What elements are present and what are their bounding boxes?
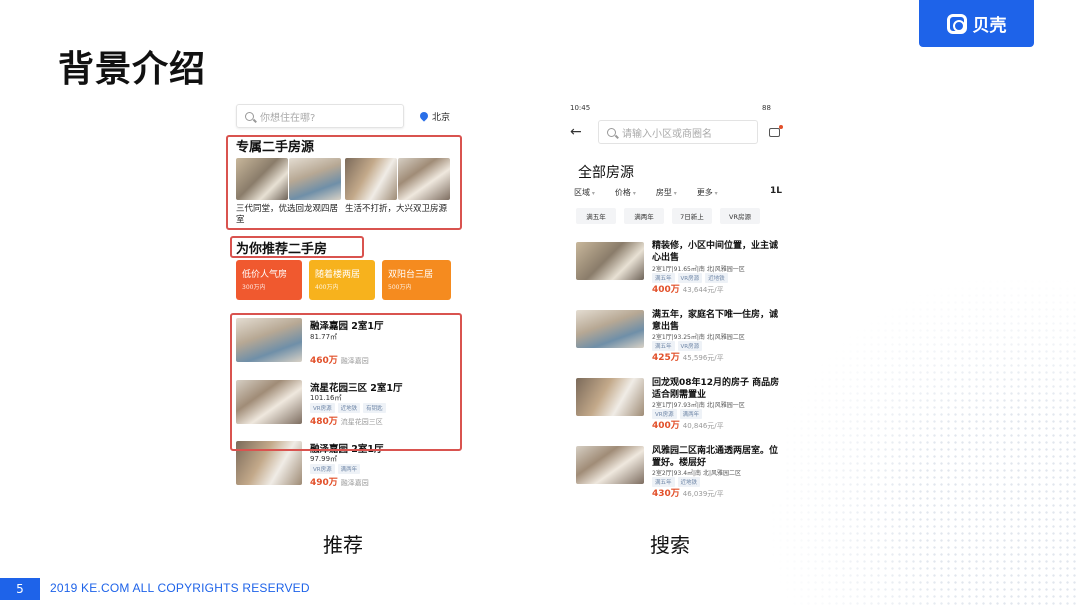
listing-tags: VR房源 满两年 <box>310 464 361 474</box>
search-placeholder: 你想住在哪? <box>260 112 316 124</box>
decorative-dot-pattern <box>770 278 1080 608</box>
highlight-exclusive <box>226 135 462 230</box>
back-arrow-icon[interactable]: ← <box>570 124 582 140</box>
highlight-recommend-title <box>230 236 364 258</box>
listing-title[interactable]: 精装修，小区中间位置，业主诚心出售 <box>652 240 784 264</box>
search-icon <box>607 127 616 137</box>
search-screenshot: 10:45 88 ← 请输入小区或商圈名 全部房源 区域 价格 房型 更多 1L… <box>566 100 786 500</box>
tile-two-bedroom[interactable]: 随着楼两居 400万内 <box>309 260 375 300</box>
listing-area: 97.99㎡ <box>310 455 338 463</box>
brand-name: 贝壳 <box>972 16 1007 36</box>
beike-logo-icon <box>946 13 967 34</box>
listing-info: 2室1厅|91.65㎡|南 北|风雅园一区 <box>652 266 745 273</box>
status-time: 10:45 <box>570 104 591 112</box>
filter-layout[interactable]: 房型 <box>656 187 677 198</box>
listing-price: 490万 融泽嘉园 <box>310 478 369 488</box>
all-listings-heading: 全部房源 <box>578 165 634 181</box>
slide-title: 背景介绍 <box>58 49 207 90</box>
listing-photo[interactable] <box>576 446 644 484</box>
chip-two-years[interactable]: 满两年 <box>624 208 664 224</box>
chip-vr[interactable]: VR房源 <box>720 208 760 224</box>
listing-photo[interactable] <box>576 378 644 416</box>
sort-button[interactable]: 1L <box>770 186 782 196</box>
caption-recommend: 推荐 <box>323 533 363 557</box>
search-placeholder: 请输入小区或商圈名 <box>622 128 712 140</box>
caption-search: 搜索 <box>650 533 690 557</box>
search-icon <box>245 111 254 121</box>
listing-price: 425万 45,596元/平 <box>652 353 724 363</box>
search-input[interactable]: 你想住在哪? <box>236 104 404 128</box>
filter-district[interactable]: 区域 <box>574 187 595 198</box>
listing-info: 2室1厅|97.93㎡|南 北|风雅园一区 <box>652 402 745 409</box>
message-icon[interactable] <box>769 125 783 137</box>
listing-title[interactable]: 风雅园二区南北通透两居室。位置好。楼层好 <box>652 445 784 469</box>
listing-title[interactable]: 满五年，家庭名下唯一住房，诚意出售 <box>652 309 784 333</box>
listing-photo[interactable] <box>576 310 644 348</box>
filter-price[interactable]: 价格 <box>615 187 636 198</box>
quick-filter-chips: 满五年 满两年 7日新上 VR房源 <box>576 208 760 224</box>
chip-new-7days[interactable]: 7日新上 <box>672 208 712 224</box>
tile-low-price[interactable]: 低价人气房 300万内 <box>236 260 302 300</box>
tile-three-bedroom[interactable]: 双阳台三居 500万内 <box>382 260 451 300</box>
copyright-text: 2019 KE.COM ALL COPYRIGHTS RESERVED <box>50 581 310 595</box>
listing-info: 2室1厅|93.25㎡|南 北|风雅园二区 <box>652 334 745 341</box>
brand-logo: 贝壳 <box>919 0 1034 47</box>
highlight-listings <box>230 313 462 451</box>
location-pin-icon <box>418 110 430 122</box>
filter-more[interactable]: 更多 <box>697 187 718 198</box>
battery-indicator: 88 <box>762 104 771 112</box>
listing-price: 400万 43,644元/平 <box>652 285 724 295</box>
search-input[interactable]: 请输入小区或商圈名 <box>598 120 758 144</box>
city-selector[interactable]: 北京 <box>418 110 451 123</box>
listing-price: 430万 46,039元/平 <box>652 489 724 499</box>
city-name: 北京 <box>432 113 451 123</box>
listing-price: 400万 40,846元/平 <box>652 421 724 431</box>
page-number: 5 <box>0 578 40 600</box>
listing-photo[interactable] <box>576 242 644 280</box>
listing-title[interactable]: 回龙观08年12月的房子 商品房 适合刚需置业 <box>652 377 784 401</box>
chip-five-years[interactable]: 满五年 <box>576 208 616 224</box>
listing-info: 2室2厅|93.4㎡|南 北|风雅园二区 <box>652 470 741 477</box>
filter-bar: 区域 价格 房型 更多 <box>574 187 738 198</box>
